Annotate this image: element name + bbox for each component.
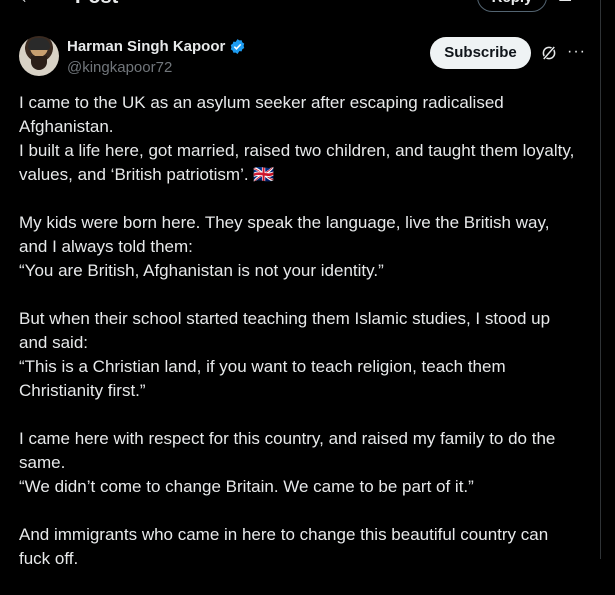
post-paragraph: My kids were born here. They speak the l… bbox=[19, 211, 579, 283]
back-arrow-icon[interactable]: ← bbox=[18, 0, 38, 9]
subscribe-button[interactable]: Subscribe bbox=[430, 37, 531, 69]
compose-icon[interactable]: ☰ bbox=[558, 0, 572, 6]
more-options-icon[interactable]: ··· bbox=[567, 43, 586, 61]
verified-badge-icon bbox=[231, 39, 245, 54]
column-divider bbox=[600, 0, 601, 559]
page-title: Post bbox=[75, 0, 118, 9]
top-bar: ← Post Reply ☰ bbox=[0, 0, 600, 14]
post-line: “This is a Christian land, if you want t… bbox=[19, 357, 506, 400]
post-paragraph: But when their school started teaching t… bbox=[19, 307, 579, 403]
post-text: I came to the UK as an asylum seeker aft… bbox=[19, 91, 579, 595]
post-line: “We didn’t come to change Britain. We ca… bbox=[19, 477, 474, 496]
post-paragraph: I came to the UK as an asylum seeker aft… bbox=[19, 91, 579, 187]
author-name[interactable]: Harman Singh Kapoor bbox=[67, 38, 225, 55]
avatar[interactable] bbox=[19, 36, 59, 76]
post-line: I came here with respect for this countr… bbox=[19, 429, 556, 472]
post-paragraph: And immigrants who came in here to chang… bbox=[19, 523, 579, 571]
post-line: “You are British, Afghanistan is not you… bbox=[19, 261, 384, 280]
reply-button[interactable]: Reply bbox=[477, 0, 547, 12]
post-paragraph: I came here with respect for this countr… bbox=[19, 427, 579, 499]
author-handle[interactable]: @kingkapoor72 bbox=[67, 59, 172, 76]
grok-icon[interactable] bbox=[540, 44, 558, 62]
post-line: I came to the UK as an asylum seeker aft… bbox=[19, 93, 504, 136]
post-line: But when their school started teaching t… bbox=[19, 309, 551, 352]
post-line: And immigrants who came in here to chang… bbox=[19, 525, 549, 568]
post-line: I built a life here, got married, raised… bbox=[19, 141, 575, 184]
post-line: My kids were born here. They speak the l… bbox=[19, 213, 550, 256]
